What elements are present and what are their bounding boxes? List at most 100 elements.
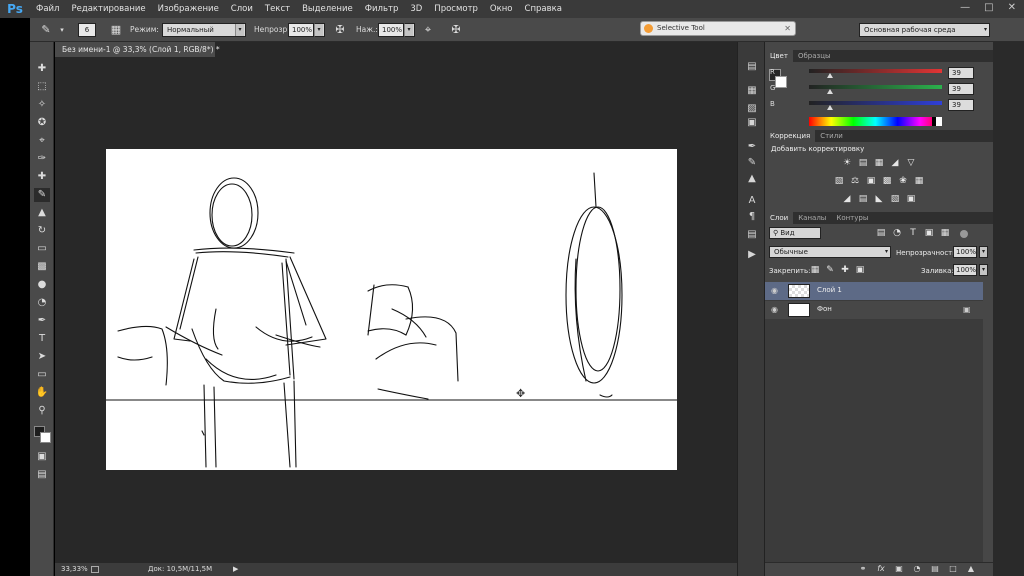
new-group-icon[interactable]: ▤ — [929, 563, 941, 575]
adjustment-layer-icon[interactable]: ◔ — [911, 563, 923, 575]
close-icon[interactable]: ✕ — [784, 22, 791, 35]
menu-file[interactable]: Файл — [30, 4, 65, 14]
add-mask-icon[interactable]: ▣ — [893, 563, 905, 575]
invert-icon[interactable]: ◢ — [841, 194, 853, 205]
chevron-down-icon[interactable]: ▾ — [979, 246, 988, 258]
background-color-swatch[interactable] — [775, 76, 787, 88]
spectrum-black-white[interactable] — [932, 117, 942, 126]
marquee-tool-icon[interactable]: ⬚ — [34, 80, 50, 94]
document-tab[interactable]: Без имени-1 @ 33,3% (Слой 1, RGB/8*) * — [55, 42, 220, 57]
quick-selection-tool-icon[interactable]: ✪ — [34, 116, 50, 130]
quick-mask-icon[interactable]: ▣ — [34, 450, 50, 464]
vibrance-icon[interactable]: ▽ — [905, 158, 917, 169]
color-spectrum-bar[interactable] — [809, 117, 942, 126]
menu-select[interactable]: Выделение — [296, 4, 359, 14]
status-preview-icon[interactable] — [91, 566, 99, 573]
crop-tool-icon[interactable]: ⌖ — [34, 134, 50, 148]
panel-scrollbar[interactable] — [993, 42, 1024, 576]
filter-toggle-icon[interactable] — [960, 230, 968, 238]
channel-mixer-icon[interactable]: ❀ — [897, 176, 909, 187]
tab-adjustments[interactable]: Коррекция — [765, 130, 816, 142]
channel-g-value[interactable]: 39 — [948, 83, 974, 95]
fill-input[interactable]: 100% — [953, 264, 977, 276]
exposure-icon[interactable]: ◢ — [889, 158, 901, 169]
color-lookup-icon[interactable]: ▦ — [913, 176, 925, 187]
status-arrow-icon[interactable]: ▶ — [233, 563, 238, 576]
menu-window[interactable]: Окно — [484, 4, 519, 14]
timeline-icon[interactable]: ▶ — [744, 248, 760, 262]
photoshop-logo[interactable]: Ps — [0, 0, 30, 18]
history-panel-icon[interactable]: ▤ — [744, 60, 760, 74]
tablet-pressure-size-icon[interactable]: ✠ — [448, 22, 464, 38]
filter-pixel-icon[interactable]: ▤ — [875, 228, 887, 239]
menu-text[interactable]: Текст — [259, 4, 296, 14]
channel-b-value[interactable]: 39 — [948, 99, 974, 111]
chevron-down-icon[interactable]: ▾ — [979, 264, 988, 276]
channel-b-knob[interactable] — [827, 105, 833, 110]
clone-source-icon[interactable]: ▲ — [744, 172, 760, 186]
brush-panel-icon[interactable]: ▦ — [108, 22, 124, 38]
flow-dropdown[interactable]: ▾ — [404, 23, 415, 37]
menu-view[interactable]: Просмотр — [428, 4, 484, 14]
hand-tool-icon[interactable]: ✋ — [34, 386, 50, 400]
brush-size-picker[interactable]: 6 — [78, 23, 96, 37]
filter-shape-icon[interactable]: ▣ — [923, 228, 935, 239]
hue-saturation-icon[interactable]: ▧ — [833, 176, 845, 187]
lock-all-icon[interactable]: ▣ — [854, 265, 866, 276]
color-balance-icon[interactable]: ⚖ — [849, 176, 861, 187]
zoom-level[interactable]: 33,33% — [61, 563, 88, 576]
opacity-dropdown[interactable]: ▾ — [314, 23, 325, 37]
background-color-swatch[interactable] — [40, 432, 51, 443]
brush-tool-icon[interactable]: ✎ — [38, 22, 54, 38]
paragraph-panel-icon[interactable]: ¶ — [744, 210, 760, 224]
screen-mode-icon[interactable]: ▤ — [34, 468, 50, 482]
curves-icon[interactable]: ▦ — [873, 158, 885, 169]
posterize-icon[interactable]: ▤ — [857, 194, 869, 205]
dodge-tool-icon[interactable]: ◔ — [34, 296, 50, 310]
new-layer-icon[interactable]: □ — [947, 563, 959, 575]
rectangle-tool-icon[interactable]: ▭ — [34, 368, 50, 382]
layer-name[interactable]: Слой 1 — [817, 286, 842, 294]
healing-brush-tool-icon[interactable]: ✚ — [34, 170, 50, 184]
airbrush-icon[interactable]: ⌖ — [420, 22, 436, 38]
brush-presets-icon[interactable]: ✎ — [744, 156, 760, 170]
lock-transparent-icon[interactable]: ▦ — [809, 265, 821, 276]
eye-icon[interactable]: ◉ — [771, 286, 780, 295]
opacity-input[interactable]: 100% — [288, 23, 314, 37]
gradient-tool-icon[interactable]: ▩ — [34, 260, 50, 274]
actions-panel-icon[interactable]: ▦ — [744, 84, 760, 98]
clone-stamp-tool-icon[interactable]: ▲ — [34, 206, 50, 220]
tool-presets-icon[interactable]: ✒ — [744, 140, 760, 154]
filter-type-icon[interactable]: T — [907, 228, 919, 239]
history-brush-tool-icon[interactable]: ↻ — [34, 224, 50, 238]
minimize-icon[interactable]: — — [960, 2, 970, 13]
tab-paths[interactable]: Контуры — [831, 212, 873, 224]
layer-opacity-input[interactable]: 100% — [953, 246, 977, 258]
fx-icon[interactable]: fx — [875, 563, 887, 575]
menu-filter[interactable]: Фильтр — [359, 4, 405, 14]
character-panel-icon[interactable]: A — [744, 194, 760, 208]
threshold-icon[interactable]: ◣ — [873, 194, 885, 205]
channel-g-knob[interactable] — [827, 89, 833, 94]
selective-color-icon[interactable]: ▣ — [905, 194, 917, 205]
channel-r-knob[interactable] — [827, 73, 833, 78]
brightness-icon[interactable]: ☀ — [841, 158, 853, 169]
eyedropper-tool-icon[interactable]: ✑ — [34, 152, 50, 166]
tablet-pressure-opacity-icon[interactable]: ✠ — [332, 22, 348, 38]
navigator-panel-icon[interactable]: ▣ — [744, 116, 760, 130]
menu-3d[interactable]: 3D — [404, 4, 428, 14]
layer-row[interactable]: ◉ Слой 1 — [765, 282, 983, 300]
pen-tool-icon[interactable]: ✒ — [34, 314, 50, 328]
menu-help[interactable]: Справка — [519, 4, 568, 14]
lasso-tool-icon[interactable]: ✧ — [34, 98, 50, 112]
layer-blend-mode-select[interactable]: Обычные ▾ — [769, 246, 891, 258]
tab-color[interactable]: Цвет — [765, 50, 793, 62]
blend-mode-select[interactable]: Нормальный ▾ — [162, 23, 246, 37]
trash-icon[interactable]: ▲ — [965, 563, 977, 575]
layer-filter-kind[interactable]: ⚲ Вид — [769, 227, 821, 239]
layer-row[interactable]: ◉ Фон ▣ — [765, 301, 983, 319]
blur-tool-icon[interactable]: ● — [34, 278, 50, 292]
link-layers-icon[interactable]: ⚭ — [857, 563, 869, 575]
type-tool-icon[interactable]: T — [34, 332, 50, 346]
lock-position-icon[interactable]: ✚ — [839, 265, 851, 276]
